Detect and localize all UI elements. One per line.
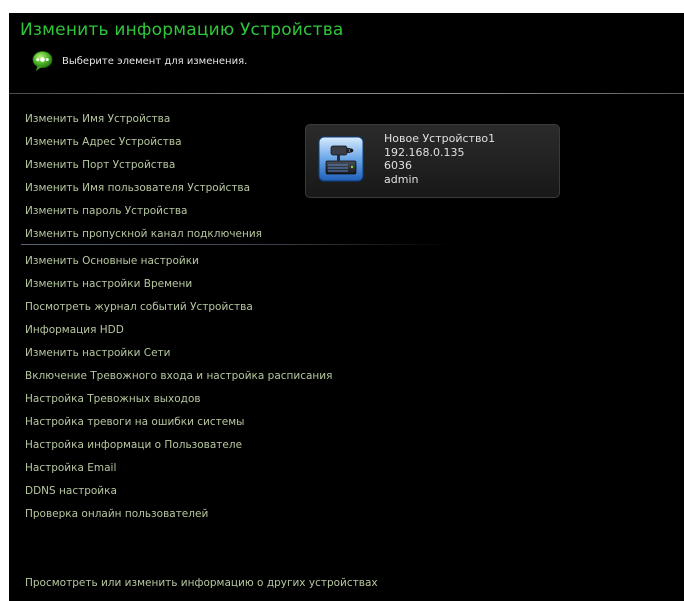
- device-name: Новое Устройство1: [384, 132, 496, 145]
- page-title: Изменить информацию Устройства: [20, 20, 344, 40]
- menu-item-system-error-alarm[interactable]: Настройка тревоги на ошибки системы: [25, 416, 244, 428]
- menu-item-device-address[interactable]: Изменить Адрес Устройства: [25, 136, 182, 148]
- device-port: 6036: [384, 159, 412, 172]
- menu-item-user-info[interactable]: Настройка информаци о Пользователе: [25, 439, 242, 451]
- menu-item-online-users[interactable]: Проверка онлайн пользователей: [25, 508, 208, 520]
- dvr-camera-icon: [318, 136, 364, 182]
- hint-text: Выберите элемент для изменения.: [62, 56, 248, 67]
- menu-item-ddns[interactable]: DDNS настройка: [25, 485, 117, 497]
- menu-item-bandwidth-channel[interactable]: Изменить пропускной канал подключения: [25, 228, 262, 240]
- device-card: Новое Устройство1 192.168.0.135 6036 adm…: [305, 124, 560, 198]
- hint-row: Выберите элемент для изменения.: [31, 50, 247, 73]
- menu-item-alarm-input-schedule[interactable]: Включение Тревожного входа и настройка р…: [25, 370, 332, 382]
- top-divider: [9, 93, 684, 94]
- device-details: Новое Устройство1 192.168.0.135 6036 adm…: [384, 132, 495, 186]
- menu-item-device-name[interactable]: Изменить Имя Устройства: [25, 113, 170, 125]
- menu-item-alarm-outputs[interactable]: Настройка Тревожных выходов: [25, 393, 201, 405]
- device-settings-window: Изменить информацию Устройства Выберите …: [9, 13, 684, 601]
- speech-bubble-icon: [32, 51, 53, 72]
- menu-item-device-username[interactable]: Изменить Имя пользователя Устройства: [25, 182, 250, 194]
- menu-item-event-log[interactable]: Посмотреть журнал событий Устройства: [25, 301, 253, 313]
- menu-item-network-settings[interactable]: Изменить настройки Сети: [25, 347, 171, 359]
- section-divider: [21, 244, 451, 245]
- menu-item-device-password[interactable]: Изменить пароль Устройства: [25, 205, 188, 217]
- menu-item-device-port[interactable]: Изменить Порт Устройства: [25, 159, 175, 171]
- menu-item-basic-settings[interactable]: Изменить Основные настройки: [25, 255, 199, 267]
- menu-item-time-settings[interactable]: Изменить настройки Времени: [25, 278, 192, 290]
- menu-item-hdd-info[interactable]: Информация HDD: [25, 324, 124, 336]
- other-devices-link[interactable]: Просмотреть или изменить информацию о др…: [25, 577, 378, 589]
- device-address: 192.168.0.135: [384, 145, 465, 159]
- menu-item-email[interactable]: Настройка Email: [25, 462, 116, 474]
- device-user: admin: [384, 172, 419, 186]
